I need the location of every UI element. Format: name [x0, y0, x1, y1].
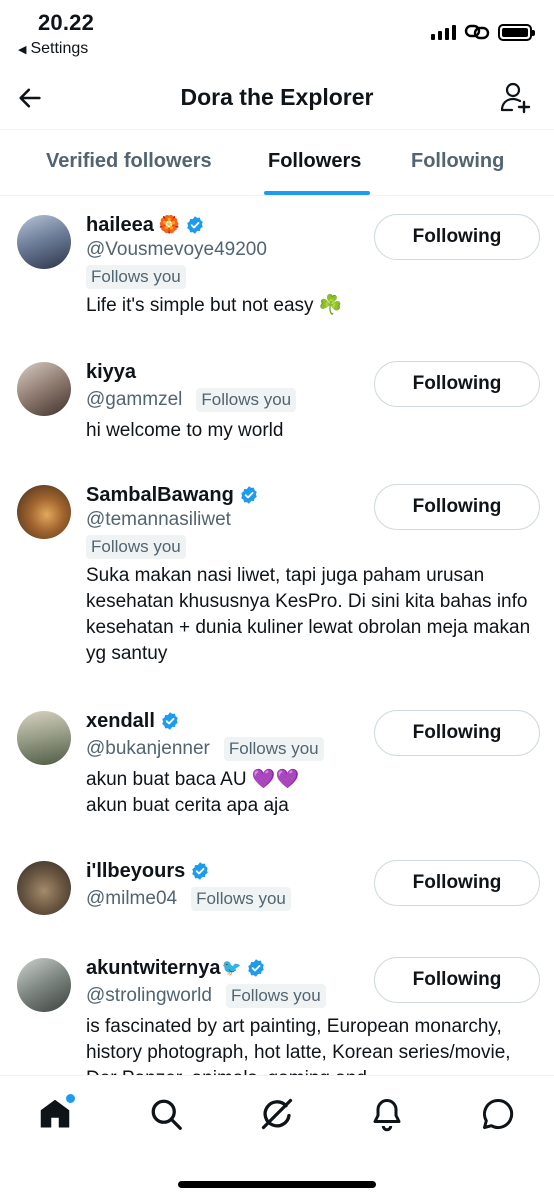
name-emoji: 🏵️: [158, 215, 180, 234]
status-bar: 20.22 ◀ Settings: [0, 0, 554, 66]
add-user-icon: [500, 82, 531, 114]
user-name: kiyya: [86, 360, 137, 383]
back-to-settings-link[interactable]: ◀ Settings: [18, 40, 88, 58]
user-bio: akun buat baca AU 💜💜 akun buat cerita ap…: [86, 769, 300, 816]
user-bio: Suka makan nasi liwet, tapi juga paham u…: [86, 565, 531, 664]
back-triangle-icon: ◀: [18, 43, 27, 56]
battery-icon: [498, 23, 535, 41]
user-name: i'llbeyours: [86, 859, 186, 882]
page-title: Dora the Explorer: [180, 84, 374, 110]
search-tab[interactable]: [148, 1096, 184, 1132]
user-name: SambalBawang: [86, 483, 234, 506]
user-bio: is fascinated by art painting, European …: [86, 1016, 511, 1075]
following-button[interactable]: Following: [374, 484, 540, 530]
nav-header: Dora the Explorer: [0, 66, 554, 130]
following-button[interactable]: Following: [374, 710, 540, 756]
notification-dot: [66, 1094, 75, 1103]
cellular-signal-icon: [431, 24, 456, 40]
user-name: xendall: [86, 709, 155, 732]
follows-you-badge: Follows you: [196, 388, 297, 412]
user-handle: @bukanjenner: [86, 738, 210, 759]
user-handle: @strolingworld: [86, 985, 212, 1006]
following-button[interactable]: Following: [374, 214, 540, 260]
follows-you-badge: Follows you: [225, 984, 326, 1008]
messages-icon: [483, 1098, 514, 1129]
grok-icon: [261, 1098, 293, 1130]
verified-badge-icon: [248, 959, 265, 977]
tab-following[interactable]: Following: [411, 150, 504, 173]
user-bio: hi welcome to my world: [86, 420, 284, 441]
user-name: akuntwiternya: [86, 956, 221, 979]
status-icons: [431, 22, 535, 42]
back-to-settings-label: Settings: [30, 40, 89, 57]
user-handle: @milme04: [86, 888, 178, 909]
user-handle: @gammzel: [86, 389, 183, 410]
avatar[interactable]: [17, 362, 71, 416]
avatar[interactable]: [17, 958, 71, 1012]
following-button[interactable]: Following: [374, 361, 540, 407]
grok-tab[interactable]: [259, 1096, 295, 1132]
user-name: haileea: [86, 213, 154, 236]
followers-list: haileea 🏵️ @Vousmevoye49200 Follows you …: [0, 197, 554, 1075]
add-user-button[interactable]: [498, 80, 534, 116]
follows-you-badge: Follows you: [223, 737, 324, 761]
bell-icon: [373, 1099, 401, 1132]
messages-tab[interactable]: [480, 1096, 516, 1132]
follows-you-badge: Follows you: [86, 265, 186, 289]
home-tab[interactable]: [37, 1094, 75, 1132]
follows-you-badge: Follows you: [191, 887, 291, 911]
link-icon: [464, 24, 490, 40]
notifications-tab[interactable]: [369, 1096, 405, 1132]
verified-badge-icon: [241, 486, 257, 504]
verified-badge-icon: [192, 862, 208, 880]
follows-you-badge: Follows you: [86, 535, 186, 559]
avatar[interactable]: [17, 861, 71, 915]
status-time: 20.22: [38, 10, 95, 35]
tab-verified-followers[interactable]: Verified followers: [46, 150, 212, 173]
verified-badge-icon: [187, 216, 203, 234]
follower-tabs: Verified followers Followers Following: [0, 130, 554, 196]
following-button[interactable]: Following: [374, 957, 540, 1003]
avatar[interactable]: [17, 485, 71, 539]
verified-badge-icon: [162, 712, 178, 730]
user-bio: Life it's simple but not easy ☘️: [86, 295, 343, 316]
avatar[interactable]: [17, 215, 71, 269]
search-icon: [151, 1099, 182, 1130]
home-indicator: [178, 1181, 376, 1188]
tab-followers[interactable]: Followers: [268, 150, 361, 173]
name-emoji: 🐦: [221, 960, 242, 977]
avatar[interactable]: [17, 711, 71, 765]
active-tab-indicator: [264, 191, 370, 195]
following-button[interactable]: Following: [374, 860, 540, 906]
